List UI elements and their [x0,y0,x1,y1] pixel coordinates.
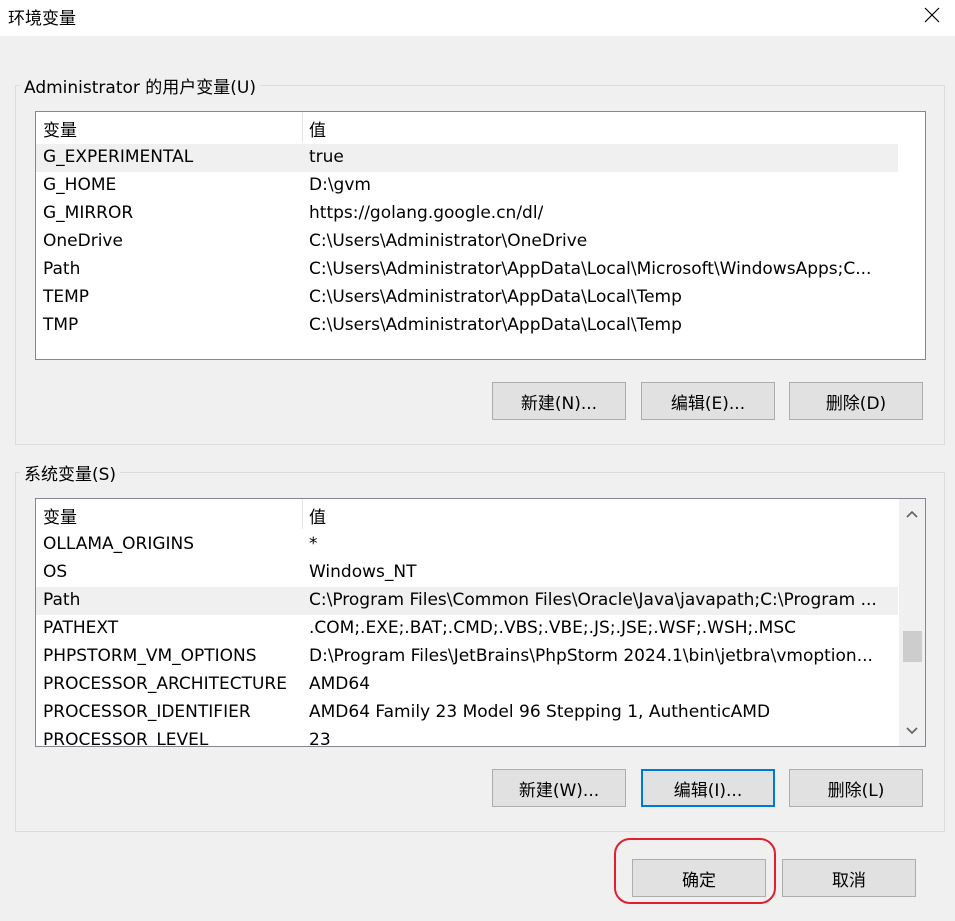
user-new-button[interactable]: 新建(N)... [492,382,626,420]
variable-name: OS [43,562,68,582]
variable-value: D:\Program Files\JetBrains\PhpStorm 2024… [309,646,873,666]
variable-name: G_EXPERIMENTAL [43,147,194,167]
list-item[interactable]: G_EXPERIMENTAL true [36,144,898,172]
list-item[interactable]: PROCESSOR_ARCHITECTURE AMD64 [36,671,898,699]
variable-name: TEMP [43,287,90,307]
list-item[interactable]: Path C:\Program Files\Common Files\Oracle… [36,587,898,615]
list-item[interactable]: OS Windows_NT [36,559,898,587]
variable-value: true [309,147,344,167]
scroll-up-button[interactable] [899,501,925,527]
user-edit-button[interactable]: 编辑(E)... [641,382,775,420]
column-header-variable[interactable]: 变量 [43,503,77,528]
window-title: 环境变量 [8,9,76,29]
column-header-value[interactable]: 值 [309,116,326,141]
variable-name: PROCESSOR_ARCHITECTURE [43,674,287,694]
list-item[interactable]: PROCESSOR_LEVEL 23 [36,727,898,747]
chevron-down-icon [906,727,918,735]
variable-name: G_MIRROR [43,203,134,223]
system-variables-list[interactable]: 变量 值 OLLAMA_ORIGINS * OS Windows_NT Path C:\P… [35,498,926,747]
variable-name: PROCESSOR_LEVEL [43,730,209,747]
list-item[interactable]: G_HOME D:\gvm [36,172,898,200]
list-item[interactable]: G_MIRROR https://golang.google.cn/dl/ [36,200,898,228]
list-item[interactable]: TMP C:\Users\Administrator\AppData\Local\… [36,312,898,340]
close-button[interactable] [909,0,955,30]
variable-name: Path [43,259,81,279]
variable-value: C:\Users\Administrator\OneDrive [309,231,588,251]
list-item[interactable]: PHPSTORM_VM_OPTIONS D:\Program Files\JetB… [36,643,898,671]
cancel-button[interactable]: 取消 [782,859,916,897]
variable-value: C:\Users\Administrator\AppData\Local\Tem… [309,315,682,335]
variable-value: Windows_NT [309,562,417,582]
list-item[interactable]: Path C:\Users\Administrator\AppData\Local… [36,256,898,284]
variable-name: OLLAMA_ORIGINS [43,534,195,554]
user-variables-legend: Administrator 的用户变量(U) [24,78,256,98]
variable-value: C:\Users\Administrator\AppData\Local\Mic… [309,259,872,279]
user-list-header: 变量 值 [36,112,896,142]
system-edit-button[interactable]: 编辑(I)... [641,769,775,807]
title-bar: 环境变量 [0,0,955,36]
user-variables-list[interactable]: 变量 值 G_EXPERIMENTAL true G_HOME D:\gvm G_MIR… [35,111,926,360]
column-separator[interactable] [302,112,303,142]
variable-value: AMD64 [309,674,371,694]
variable-value: D:\gvm [309,175,371,195]
variable-name: OneDrive [43,231,123,251]
close-icon [924,7,940,23]
scroll-down-button[interactable] [899,718,925,744]
list-item[interactable]: OLLAMA_ORIGINS * [36,531,898,559]
variable-value: * [309,534,318,554]
list-item[interactable]: OneDrive C:\Users\Administrator\OneDrive [36,228,898,256]
variable-value: .COM;.EXE;.BAT;.CMD;.VBS;.VBE;.JS;.JSE;.… [309,618,797,638]
system-delete-button[interactable]: 删除(L) [789,769,923,807]
variable-name: Path [43,590,81,610]
variable-value: C:\Program Files\Common Files\Oracle\Jav… [309,590,877,610]
variable-value: 23 [309,730,331,747]
chevron-up-icon [906,510,918,518]
list-item[interactable]: PATHEXT .COM;.EXE;.BAT;.CMD;.VBS;.VBE;.JS… [36,615,898,643]
variable-value: C:\Users\Administrator\AppData\Local\Tem… [309,287,682,307]
list-item[interactable]: TEMP C:\Users\Administrator\AppData\Local… [36,284,898,312]
vertical-scrollbar[interactable] [899,499,925,746]
variable-name: TMP [43,315,79,335]
column-separator[interactable] [302,499,303,529]
variable-name: G_HOME [43,175,117,195]
scroll-thumb[interactable] [903,631,922,662]
column-header-variable[interactable]: 变量 [43,116,77,141]
variable-name: PATHEXT [43,618,119,638]
variable-name: PROCESSOR_IDENTIFIER [43,702,251,722]
system-new-button[interactable]: 新建(W)... [492,769,626,807]
variable-value: AMD64 Family 23 Model 96 Stepping 1, Aut… [309,702,771,722]
ok-button[interactable]: 确定 [632,859,766,897]
list-item[interactable]: PROCESSOR_IDENTIFIER AMD64 Family 23 Mode… [36,699,898,727]
system-list-header: 变量 值 [36,499,896,529]
user-delete-button[interactable]: 删除(D) [789,382,923,420]
system-variables-legend: 系统变量(S) [24,465,117,485]
column-header-value[interactable]: 值 [309,503,326,528]
variable-value: https://golang.google.cn/dl/ [309,203,544,223]
variable-name: PHPSTORM_VM_OPTIONS [43,646,257,666]
